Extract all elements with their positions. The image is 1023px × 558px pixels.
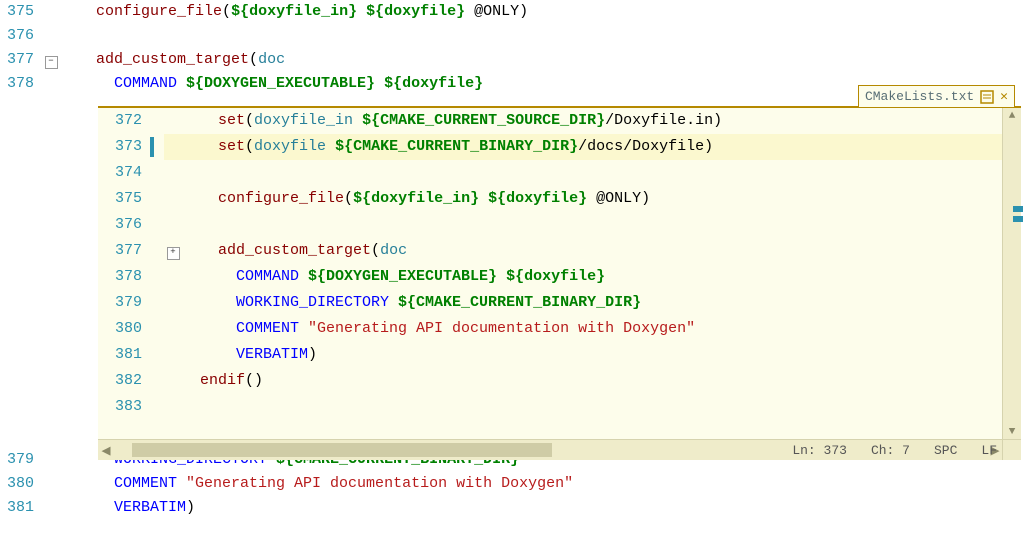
margin[interactable]	[150, 368, 164, 394]
code-line[interactable]: 377 − add_custom_target(doc	[0, 48, 1023, 72]
fold-gutter[interactable]	[164, 134, 182, 160]
line-number: 379	[98, 290, 150, 316]
close-icon[interactable]: ✕	[1000, 89, 1008, 104]
status-indent: SPC	[934, 443, 957, 458]
code-line[interactable]: 375 configure_file(${doxyfile_in} ${doxy…	[0, 0, 1023, 24]
code-line[interactable]: 383	[98, 394, 1003, 420]
code-line[interactable]: 382 endif()	[98, 368, 1003, 394]
scroll-left-icon[interactable]: ◀	[98, 441, 114, 460]
scrollbar-corner	[1002, 439, 1021, 460]
margin[interactable]	[150, 186, 164, 212]
line-number: 376	[98, 212, 150, 238]
margin[interactable]	[150, 394, 164, 420]
line-number: 380	[0, 472, 42, 496]
fold-gutter[interactable]: +	[164, 238, 182, 264]
status-line: Ln: 373	[792, 443, 847, 458]
code-line[interactable]: 380 COMMENT "Generating API documentatio…	[98, 316, 1003, 342]
line-number: 378	[0, 72, 42, 96]
line-number: 379	[0, 448, 42, 472]
line-number: 380	[98, 316, 150, 342]
scroll-down-icon[interactable]: ▼	[1003, 424, 1021, 440]
peek-tab-title: CMakeLists.txt	[865, 89, 974, 104]
code-line[interactable]: 373 set(doxyfile ${CMAKE_CURRENT_BINARY_…	[98, 134, 1003, 160]
code-line[interactable]: 375 configure_file(${doxyfile_in} ${doxy…	[98, 186, 1003, 212]
scroll-up-icon[interactable]: ▲	[1003, 108, 1021, 124]
fold-gutter[interactable]	[164, 368, 182, 394]
fold-gutter[interactable]	[164, 394, 182, 420]
peek-code-area[interactable]: 372 set(doxyfile_in ${CMAKE_CURRENT_SOUR…	[98, 108, 1003, 438]
line-number: 373	[98, 134, 150, 160]
line-number: 375	[98, 186, 150, 212]
margin[interactable]	[150, 264, 164, 290]
fold-gutter[interactable]	[164, 186, 182, 212]
code-line[interactable]: 376	[98, 212, 1003, 238]
line-number: 375	[0, 0, 42, 24]
fold-gutter[interactable]	[164, 264, 182, 290]
fold-toggle[interactable]: −	[45, 56, 58, 69]
margin[interactable]	[150, 316, 164, 342]
line-number: 383	[98, 394, 150, 420]
line-number: 378	[98, 264, 150, 290]
peek-tab[interactable]: CMakeLists.txt ✕	[858, 85, 1015, 107]
file-icon	[980, 90, 994, 104]
line-number: 377	[0, 48, 42, 72]
fold-gutter[interactable]	[164, 342, 182, 368]
code-line[interactable]: 374	[98, 160, 1003, 186]
code-line[interactable]: 377 + add_custom_target(doc	[98, 238, 1003, 264]
fold-gutter[interactable]: −	[42, 48, 60, 72]
peek-vertical-scrollbar[interactable]: ▲ ▼	[1002, 108, 1021, 440]
line-number: 381	[98, 342, 150, 368]
margin[interactable]	[150, 134, 164, 160]
fold-gutter[interactable]	[164, 290, 182, 316]
line-number: 377	[98, 238, 150, 264]
code-line[interactable]: 381 VERBATIM)	[0, 496, 1023, 520]
line-number: 376	[0, 24, 42, 48]
code-line[interactable]: 372 set(doxyfile_in ${CMAKE_CURRENT_SOUR…	[98, 108, 1003, 134]
fold-gutter[interactable]	[164, 316, 182, 342]
code-line[interactable]: 380 COMMENT "Generating API documentatio…	[0, 472, 1023, 496]
line-number: 382	[98, 368, 150, 394]
margin[interactable]	[150, 342, 164, 368]
peek-definition-panel: CMakeLists.txt ✕ 372 set(doxyfile_in ${C…	[98, 106, 1021, 460]
margin[interactable]	[150, 212, 164, 238]
code-line[interactable]: 379 WORKING_DIRECTORY ${CMAKE_CURRENT_BI…	[98, 290, 1003, 316]
code-line[interactable]: 376	[0, 24, 1023, 48]
status-col: Ch: 7	[871, 443, 910, 458]
code-line[interactable]: 378 COMMAND ${DOXYGEN_EXECUTABLE} ${doxy…	[98, 264, 1003, 290]
line-number: 372	[98, 108, 150, 134]
fold-gutter[interactable]	[164, 160, 182, 186]
margin[interactable]	[150, 290, 164, 316]
fold-gutter[interactable]	[164, 212, 182, 238]
fold-toggle[interactable]: +	[167, 247, 180, 260]
margin[interactable]	[150, 108, 164, 134]
line-number: 381	[0, 496, 42, 520]
margin[interactable]	[150, 238, 164, 264]
code-line[interactable]: 381 VERBATIM)	[98, 342, 1003, 368]
margin[interactable]	[150, 160, 164, 186]
fold-gutter[interactable]	[164, 108, 182, 134]
breakpoint-margin-mark	[150, 137, 154, 157]
hscroll-thumb[interactable]	[132, 443, 552, 457]
peek-statusbar: Ln: 373 Ch: 7 SPC LF	[792, 443, 997, 458]
status-eol: LF	[981, 443, 997, 458]
line-number: 374	[98, 160, 150, 186]
